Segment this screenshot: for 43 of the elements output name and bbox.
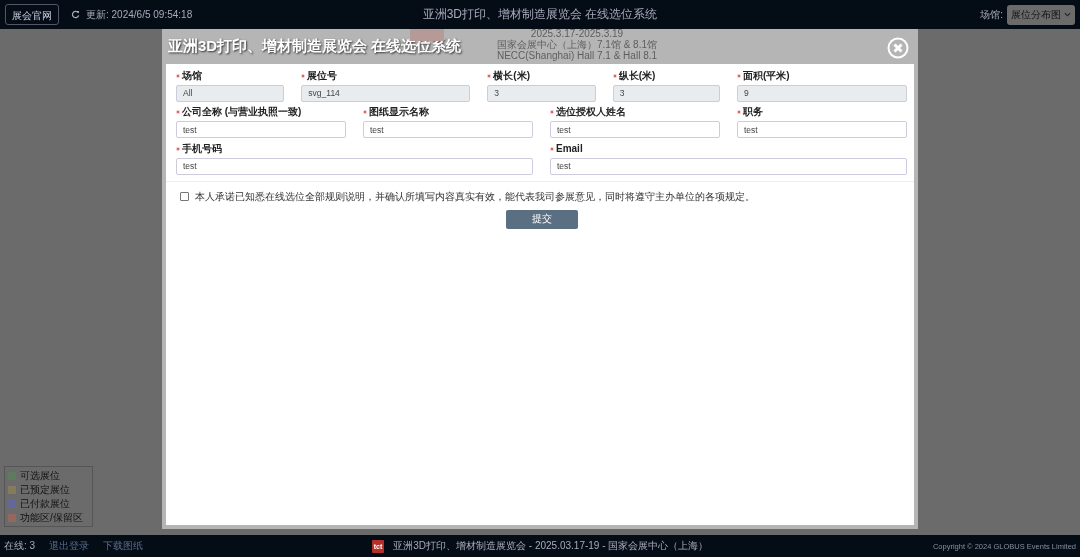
field-label: 职务 — [743, 105, 763, 119]
input-field[interactable]: test — [176, 121, 346, 138]
online-count: 在线: 3 — [4, 539, 36, 553]
field-label: 场馆 — [182, 68, 202, 83]
website-button[interactable]: 展会官网 — [5, 4, 59, 25]
input-field[interactable]: test — [737, 121, 907, 138]
legend-label: 已付款展位 — [20, 497, 70, 510]
agreement-text: 本人承诺已知悉在线选位全部规则说明，并确认所填写内容真实有效，能代表我司参展意见，同时将遵守主办单位的各项规定。 — [195, 189, 755, 204]
field-label: 手机号码 — [182, 141, 222, 156]
download-link[interactable]: 下载图纸 — [103, 539, 144, 553]
checkbox[interactable] — [180, 192, 189, 201]
field-label: Email — [556, 143, 583, 154]
field-label: 展位号 — [307, 68, 338, 83]
field-label: 公司全称 (与营业执照一致) — [182, 105, 302, 119]
legend-label: 已预定展位 — [20, 483, 70, 496]
field-label: 面积(平米) — [743, 68, 790, 83]
legend-label: 功能区/保留区 — [20, 511, 83, 524]
input-field[interactable]: test — [550, 157, 907, 175]
legend-label: 可选展位 — [20, 469, 60, 482]
header-text: NECC(Shanghai) Hall 7.1 & Hall 8.1 — [496, 50, 658, 61]
venue-select[interactable]: 展位分布图 — [1007, 4, 1075, 25]
input-field[interactable]: 9 — [737, 84, 907, 102]
input-field[interactable]: test — [176, 157, 533, 175]
input-field[interactable]: 3 — [612, 84, 720, 102]
input-field[interactable]: test — [363, 121, 533, 138]
refresh-icon[interactable] — [71, 10, 80, 19]
footer-info: 亚洲3D打印、增材制造展览会 - 2025.03.17-19 - 国家会展中心（上海） — [393, 539, 709, 553]
header-text: 国家会展中心（上海）7.1馆 & 8.1馆 — [497, 39, 657, 50]
submit-button[interactable]: 提交 — [505, 209, 578, 229]
field-label: 横长(米) — [493, 68, 530, 83]
logout-link[interactable]: 退出登录 — [49, 539, 90, 553]
update-time: 更新: 2024/6/5 09:54:18 — [86, 7, 193, 22]
header-text: 2025.3.17-2025.3.19 — [530, 28, 624, 39]
input-field[interactable]: svg_114 — [301, 84, 471, 102]
input-field[interactable]: 3 — [487, 84, 596, 102]
field-label: 选位授权人姓名 — [556, 105, 626, 119]
app-title: 亚洲3D打印、增材制造展览会 在线选位系统 — [422, 6, 658, 23]
field-label: 纵长(米) — [618, 68, 656, 83]
venue-label: 场馆: — [980, 7, 1003, 22]
input-field[interactable]: All — [176, 84, 285, 102]
caret-icon — [1064, 12, 1071, 17]
input-field[interactable]: test — [550, 121, 720, 138]
field-label: 图纸显示名称 — [369, 105, 429, 119]
